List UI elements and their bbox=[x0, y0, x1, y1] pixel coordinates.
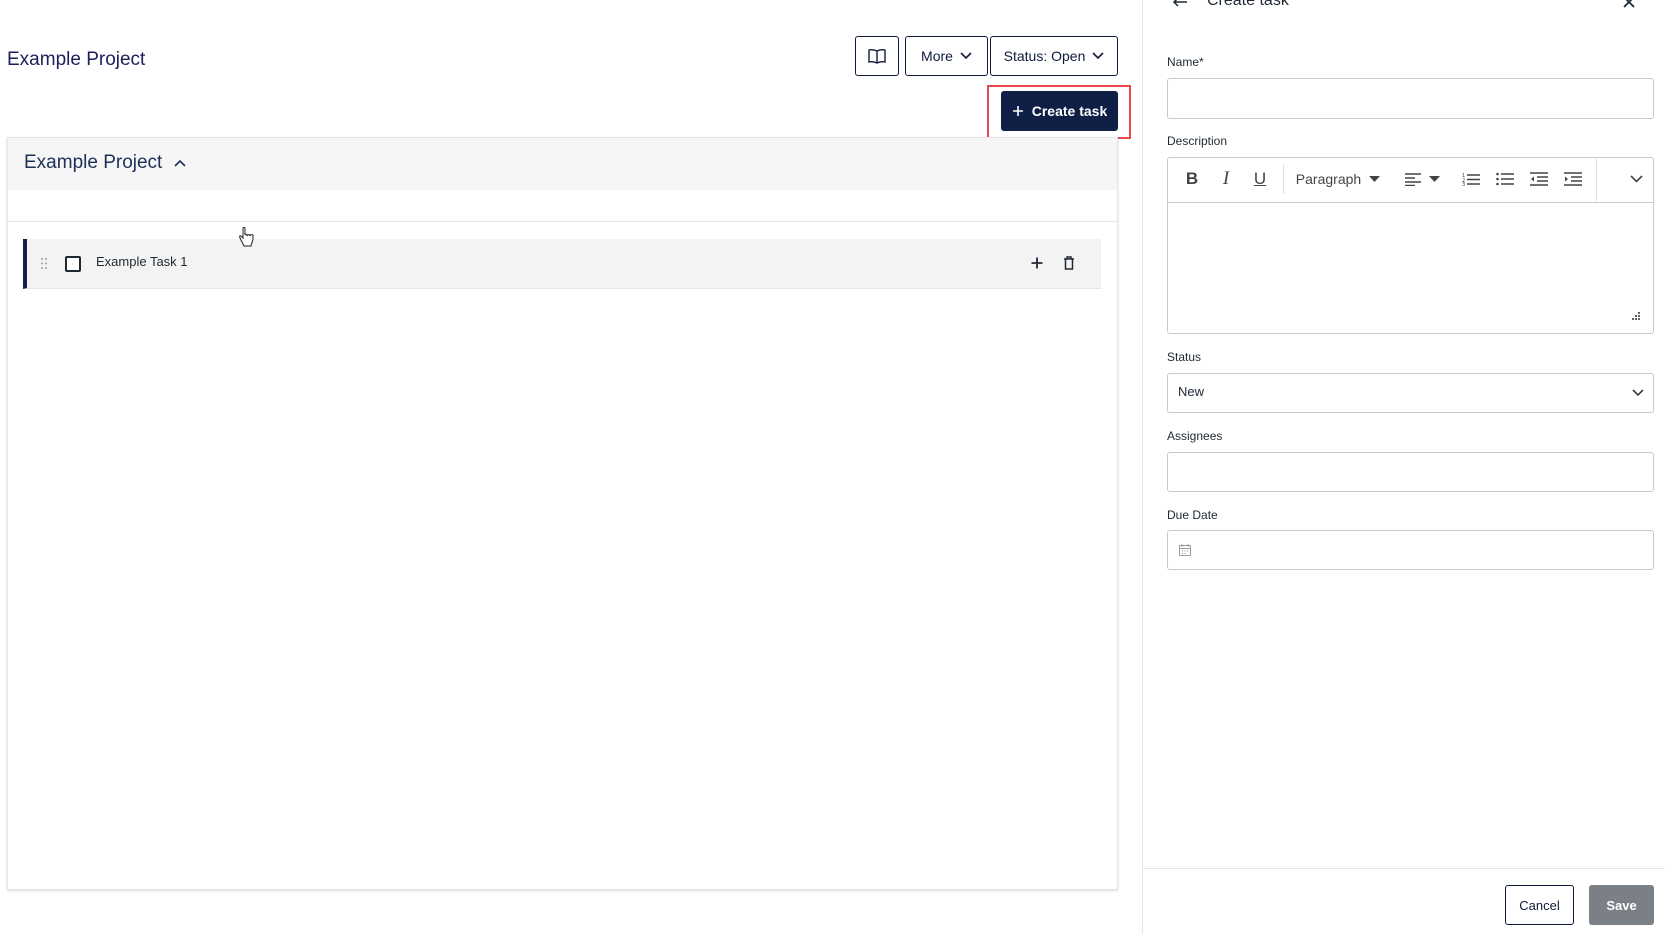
task-label[interactable]: Example Task 1 bbox=[96, 254, 188, 269]
outdent-icon[interactable] bbox=[1530, 172, 1548, 186]
save-button[interactable]: Save bbox=[1589, 885, 1654, 925]
chevron-down-icon bbox=[1092, 52, 1104, 60]
plus-icon bbox=[1012, 105, 1024, 117]
chevron-down-icon bbox=[1632, 389, 1644, 397]
due-date-field[interactable] bbox=[1167, 530, 1654, 570]
close-icon[interactable] bbox=[1623, 0, 1635, 8]
paragraph-label: Paragraph bbox=[1295, 171, 1362, 187]
section-title: Example Project bbox=[24, 152, 163, 173]
more-button-label: More bbox=[921, 48, 953, 64]
name-field[interactable] bbox=[1167, 78, 1654, 119]
bullet-list-icon[interactable] bbox=[1496, 172, 1514, 186]
description-editor[interactable] bbox=[1167, 202, 1654, 334]
align-left-icon bbox=[1404, 172, 1421, 186]
cursor-hand-icon bbox=[238, 227, 254, 249]
status-label: Status bbox=[1167, 350, 1202, 364]
footer-divider bbox=[1142, 868, 1665, 869]
resize-handle-icon[interactable] bbox=[1631, 311, 1641, 321]
chevron-up-icon[interactable] bbox=[174, 159, 186, 167]
indent-icon[interactable] bbox=[1564, 172, 1582, 186]
side-panel-title: Create task bbox=[1207, 0, 1289, 9]
drag-handle-icon[interactable] bbox=[40, 257, 48, 270]
page-title: Example Project bbox=[7, 49, 146, 70]
book-icon bbox=[868, 48, 886, 64]
status-dropdown-button[interactable]: Status: Open bbox=[990, 36, 1118, 76]
underline-icon[interactable]: U bbox=[1248, 166, 1272, 192]
ordered-list-icon[interactable]: 123 bbox=[1462, 172, 1480, 186]
toolbar-divider bbox=[1596, 158, 1597, 201]
calendar-icon[interactable] bbox=[1179, 544, 1191, 556]
section-divider bbox=[8, 221, 1117, 222]
create-task-label: Create task bbox=[1031, 103, 1108, 119]
cancel-button[interactable]: Cancel bbox=[1505, 885, 1574, 925]
back-arrow-icon[interactable] bbox=[1172, 0, 1188, 7]
assignees-field[interactable] bbox=[1167, 452, 1654, 492]
svg-text:3: 3 bbox=[1462, 182, 1465, 186]
assignees-label: Assignees bbox=[1167, 429, 1223, 443]
chevron-down-icon bbox=[960, 52, 972, 60]
caret-down-icon bbox=[1369, 176, 1381, 182]
status-select[interactable] bbox=[1167, 373, 1654, 413]
description-label: Description bbox=[1167, 134, 1228, 148]
align-dropdown[interactable] bbox=[1400, 166, 1444, 192]
caret-down-icon bbox=[1428, 176, 1440, 182]
paragraph-dropdown[interactable]: Paragraph bbox=[1290, 166, 1386, 192]
status-button-label: Status: Open bbox=[1003, 48, 1086, 64]
bold-icon[interactable]: B bbox=[1180, 166, 1204, 192]
name-label: Name* bbox=[1167, 55, 1204, 69]
create-task-button[interactable]: Create task bbox=[1001, 91, 1118, 131]
italic-icon[interactable]: I bbox=[1214, 166, 1238, 192]
plus-icon[interactable] bbox=[1031, 257, 1043, 269]
more-button[interactable]: More bbox=[905, 36, 988, 76]
status-select-value: New bbox=[1178, 384, 1205, 399]
chevron-down-icon[interactable] bbox=[1630, 175, 1643, 183]
view-toggle-button[interactable] bbox=[855, 36, 899, 76]
toolbar-divider bbox=[1283, 164, 1284, 194]
trash-icon[interactable] bbox=[1063, 256, 1075, 270]
task-checkbox[interactable] bbox=[65, 256, 81, 272]
due-date-label: Due Date bbox=[1167, 508, 1218, 522]
